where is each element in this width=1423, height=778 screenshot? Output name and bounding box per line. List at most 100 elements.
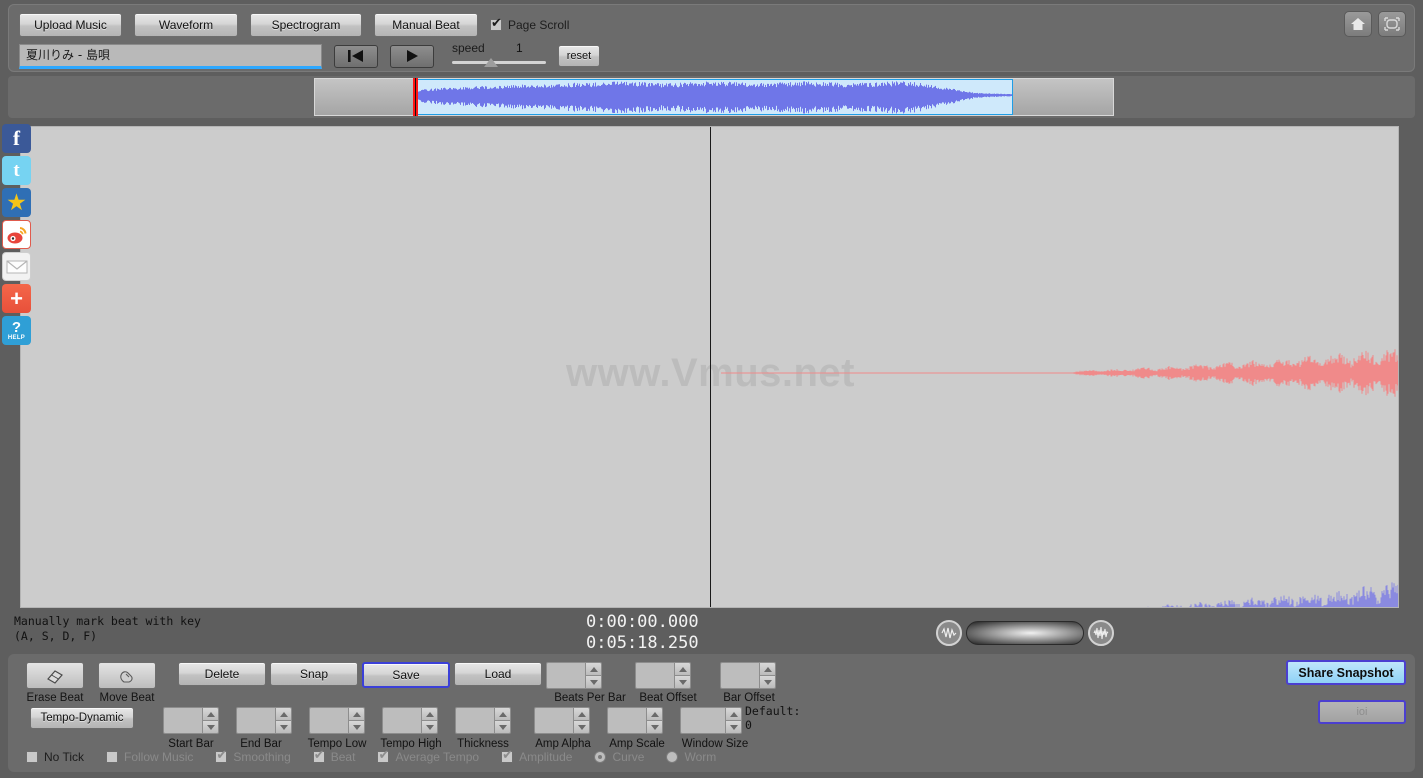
favorite-star-icon[interactable]: ★ (2, 188, 31, 217)
average-tempo-checkbox[interactable] (377, 748, 390, 763)
no-tick-checkbox[interactable] (26, 751, 38, 763)
email-icon[interactable] (2, 252, 31, 281)
tempo-high-value[interactable] (382, 707, 421, 734)
end-bar-stepper[interactable] (236, 707, 292, 734)
help-icon[interactable]: ? HELP (2, 316, 31, 345)
beats-per-bar-decrement[interactable] (585, 675, 602, 689)
move-beat-tool[interactable]: Move Beat (98, 662, 156, 704)
share-snapshot-button[interactable]: Share Snapshot (1286, 660, 1406, 685)
erase-beat-tool[interactable]: Erase Beat (26, 662, 84, 704)
volume-max-button[interactable] (1088, 620, 1114, 646)
amp-scale-value[interactable] (607, 707, 646, 734)
tempo-high-increment[interactable] (421, 707, 438, 720)
volume-min-button[interactable] (936, 620, 962, 646)
option-curve[interactable]: Curve (594, 750, 644, 764)
amp-scale-stepper[interactable] (607, 707, 663, 734)
option-no-tick[interactable]: No Tick (26, 750, 84, 764)
erase-beat-button[interactable] (26, 662, 84, 689)
tempo-low-increment[interactable] (348, 707, 365, 720)
spectrogram-tab-button[interactable]: Spectrogram (250, 13, 362, 37)
amp-alpha-stepper[interactable] (534, 707, 590, 734)
beat-offset-stepper[interactable] (635, 662, 691, 689)
thickness-stepper[interactable] (455, 707, 511, 734)
beat-offset-increment[interactable] (674, 662, 691, 675)
amp-alpha-value[interactable] (534, 707, 573, 734)
tempo-low-value[interactable] (309, 707, 348, 734)
start-bar-increment[interactable] (202, 707, 219, 720)
bar-offset-value[interactable] (720, 662, 759, 689)
delete-button[interactable]: Delete (178, 662, 266, 686)
tempo-high-stepper[interactable] (382, 707, 438, 734)
tempo-high-decrement[interactable] (421, 720, 438, 734)
worm-radio[interactable] (666, 751, 679, 763)
start-bar-stepper[interactable] (163, 707, 219, 734)
window-size-increment[interactable] (725, 707, 742, 720)
bar-offset-decrement[interactable] (759, 675, 776, 689)
weibo-icon[interactable] (2, 220, 31, 249)
beats-per-bar-increment[interactable] (585, 662, 602, 675)
waveform-canvas[interactable]: www.Vmus.net (20, 126, 1399, 608)
speed-slider-track[interactable] (452, 61, 546, 64)
beat-checkbox[interactable] (312, 748, 325, 763)
tempo-low-stepper[interactable] (309, 707, 365, 734)
speed-slider-thumb[interactable] (484, 58, 498, 67)
option-follow-music[interactable]: Follow Music (106, 750, 193, 764)
tempo-low-decrement[interactable] (348, 720, 365, 734)
amp-scale-decrement[interactable] (646, 720, 663, 734)
overview-playhead[interactable] (413, 78, 418, 116)
window-size-value[interactable] (680, 707, 725, 734)
option-smoothing[interactable]: Smoothing (215, 748, 291, 764)
option-beat[interactable]: Beat (312, 748, 355, 764)
home-button[interactable] (1344, 11, 1372, 37)
facebook-icon[interactable]: f (2, 124, 31, 153)
window-size-stepper[interactable] (680, 707, 742, 734)
share-snapshot-secondary-button[interactable]: ioi (1318, 700, 1406, 724)
curve-radio[interactable] (594, 751, 607, 763)
upload-music-button[interactable]: Upload Music (19, 13, 122, 37)
overview-track[interactable] (314, 78, 1114, 116)
load-button[interactable]: Load (454, 662, 542, 686)
option-amplitude[interactable]: Amplitude (501, 748, 572, 764)
twitter-icon[interactable]: t (2, 156, 31, 185)
reset-speed-button[interactable]: reset (558, 45, 600, 67)
end-bar-increment[interactable] (275, 707, 292, 720)
play-button[interactable] (390, 44, 434, 68)
volume-slider[interactable] (966, 621, 1084, 645)
amplitude-checkbox[interactable] (501, 748, 514, 763)
follow-music-checkbox[interactable] (106, 751, 119, 763)
smoothing-checkbox[interactable] (215, 748, 228, 763)
move-beat-button[interactable] (98, 662, 156, 689)
page-scroll-checkbox[interactable] (490, 16, 502, 31)
thickness-increment[interactable] (494, 707, 511, 720)
amp-scale-increment[interactable] (646, 707, 663, 720)
thickness-decrement[interactable] (494, 720, 511, 734)
beats-per-bar-stepper[interactable] (546, 662, 602, 689)
canvas-playhead[interactable] (710, 127, 711, 607)
beat-offset-value[interactable] (635, 662, 674, 689)
save-button[interactable]: Save (362, 662, 450, 688)
bar-offset-stepper[interactable] (720, 662, 776, 689)
bar-offset-increment[interactable] (759, 662, 776, 675)
beats-per-bar-value[interactable] (546, 662, 585, 689)
end-bar-decrement[interactable] (275, 720, 292, 734)
amp-alpha-decrement[interactable] (573, 720, 590, 734)
option-worm[interactable]: Worm (666, 750, 716, 764)
beat-offset-decrement[interactable] (674, 675, 691, 689)
window-size-decrement[interactable] (725, 720, 742, 734)
option-average-tempo[interactable]: Average Tempo (377, 748, 479, 764)
start-bar-value[interactable] (163, 707, 202, 734)
rewind-button[interactable] (334, 44, 378, 68)
waveform-tab-button[interactable]: Waveform (134, 13, 238, 37)
thickness-value[interactable] (455, 707, 494, 734)
end-bar-value[interactable] (236, 707, 275, 734)
share-plus-icon[interactable]: + (2, 284, 31, 313)
snap-button[interactable]: Snap (270, 662, 358, 686)
start-bar-decrement[interactable] (202, 720, 219, 734)
overview-selection-region[interactable] (415, 79, 1013, 115)
overview-waveform-strip[interactable] (8, 76, 1415, 118)
manual-beat-tab-button[interactable]: Manual Beat (374, 13, 478, 37)
amp-alpha-increment[interactable] (573, 707, 590, 720)
fullscreen-button[interactable] (1378, 11, 1406, 37)
song-title-input[interactable]: 夏川りみ - 島唄 (19, 43, 322, 69)
tempo-dynamic-button[interactable]: Tempo-Dynamic (30, 707, 134, 729)
